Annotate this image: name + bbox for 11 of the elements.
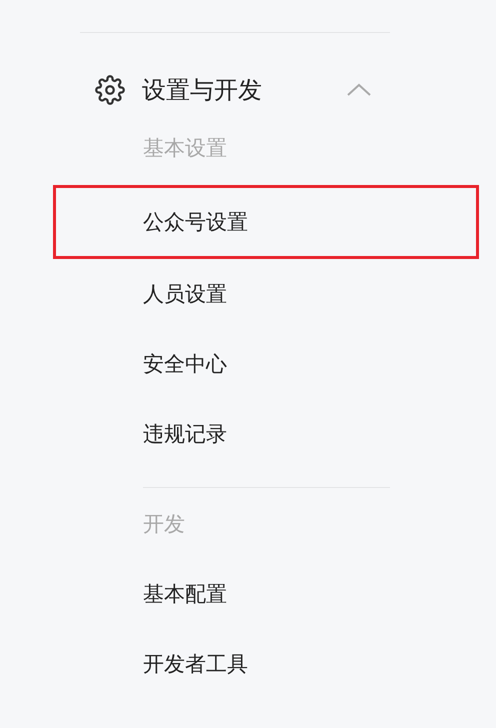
menu-title[interactable]: 设置与开发 — [142, 74, 346, 106]
menu-item[interactable]: 违规记录 — [53, 399, 476, 469]
menu-item[interactable]: 基本配置 — [53, 559, 476, 629]
menu-item[interactable]: 安全中心 — [53, 329, 476, 399]
highlighted-menu-item[interactable]: 公众号设置 — [53, 185, 479, 259]
menu-item[interactable]: 人员设置 — [53, 259, 476, 329]
section-label: 开发 — [143, 511, 185, 538]
menu-item[interactable]: 开发者工具 — [53, 629, 476, 699]
settings-icon — [95, 75, 125, 105]
chevron-icon[interactable] — [346, 82, 372, 98]
section-label: 基本设置 — [143, 135, 227, 162]
